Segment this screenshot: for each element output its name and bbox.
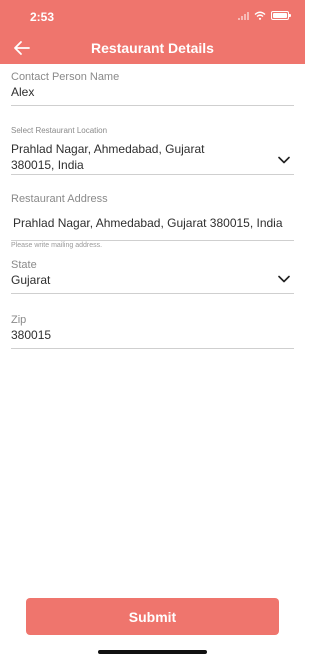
restaurant-location-select[interactable]: Select Restaurant Location Prahlad Nagar… (11, 126, 294, 175)
cellular-signal-icon (238, 11, 249, 20)
home-indicator (98, 650, 207, 654)
zip-label: Zip (11, 314, 27, 326)
status-icons (238, 11, 291, 20)
wifi-icon (254, 11, 266, 20)
contact-person-value[interactable]: Alex (11, 84, 294, 100)
page-title: Restaurant Details (91, 40, 214, 56)
restaurant-address-value[interactable]: Prahlad Nagar, Ahmedabad, Gujarat 380015… (11, 215, 294, 231)
restaurant-location-label: Select Restaurant Location (11, 126, 108, 135)
contact-person-label: Contact Person Name (11, 71, 120, 83)
contact-person-field[interactable]: Contact Person Name Alex (11, 70, 294, 106)
restaurant-address-field[interactable]: Restaurant Address Prahlad Nagar, Ahmeda… (11, 192, 294, 241)
state-label: State (11, 259, 37, 271)
status-time: 2:53 (30, 10, 55, 24)
battery-icon (271, 11, 291, 20)
zip-field[interactable]: Zip 380015 (11, 313, 294, 349)
restaurant-location-value-line2: 380015, India (11, 158, 84, 172)
restaurant-location-value-line1: Prahlad Nagar, Ahmedabad, Gujarat (11, 142, 205, 156)
submit-button[interactable]: Submit (26, 598, 279, 635)
restaurant-details-screen: 2:53 Restaurant Details Contact Person N… (0, 0, 305, 660)
state-select[interactable]: State Gujarat (11, 258, 294, 294)
state-value: Gujarat (11, 273, 51, 287)
zip-value[interactable]: 380015 (11, 327, 294, 343)
address-hint: Please write mailing address. (11, 242, 103, 249)
chevron-down-icon[interactable] (278, 275, 290, 283)
header-bar: 2:53 Restaurant Details (0, 0, 305, 64)
chevron-down-icon[interactable] (278, 156, 290, 164)
restaurant-address-label: Restaurant Address (11, 193, 108, 205)
